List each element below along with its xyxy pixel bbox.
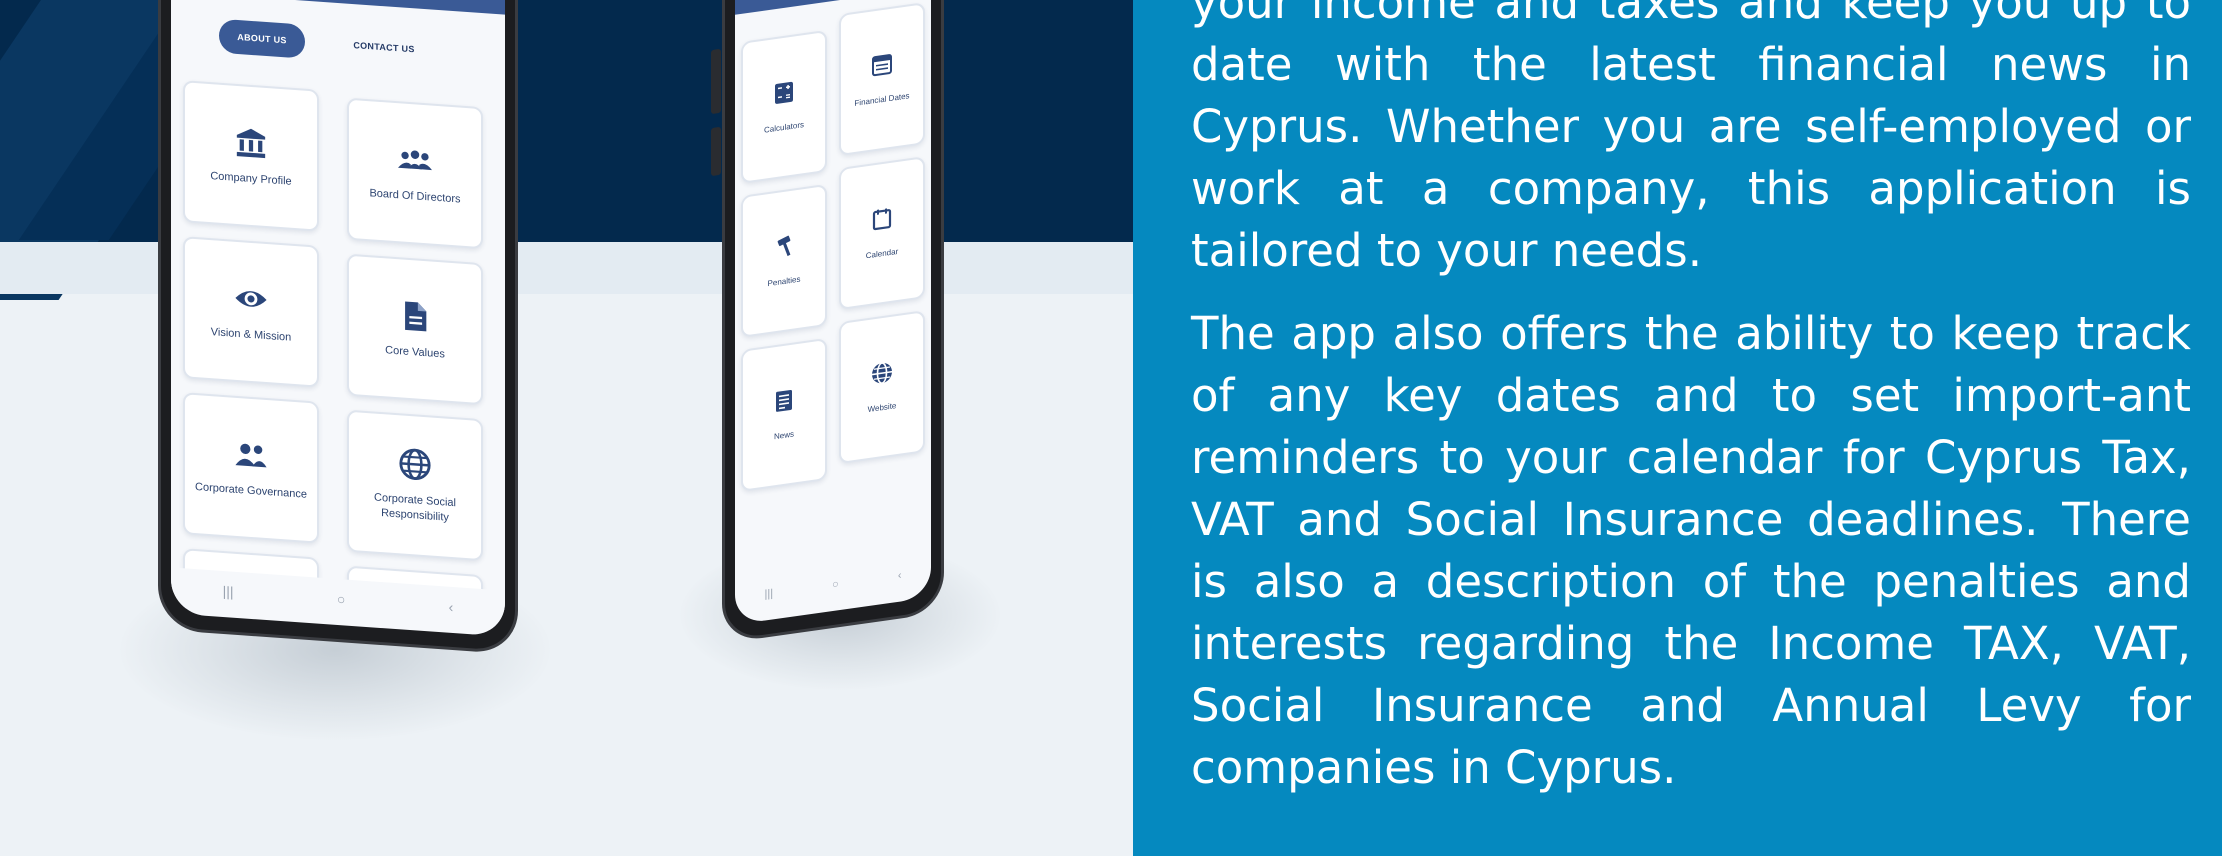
card-label: Vision & Mission [210,325,292,344]
gavel-icon [777,235,791,256]
card-calendar[interactable]: Calendar [839,156,925,311]
volume-button [711,48,721,115]
tab-about-us[interactable]: ABOUT US [219,18,305,59]
app-header-bar [171,0,505,15]
card-board-of-directors[interactable]: Board Of Directors [347,97,483,250]
card-label: Board Of Directors [369,186,461,206]
document-icon [405,301,427,331]
card-label: Calendar [865,246,899,260]
power-button [711,126,721,177]
card-corporate-governance[interactable]: Corporate Governance [183,392,319,544]
calculator-icon [775,81,793,104]
tab-bar: ABOUT US CONTACT US [171,15,505,74]
card-label: Corporate Social Responsibility [374,491,456,524]
card-vision-mission[interactable]: Vision & Mission [183,236,319,388]
android-nav-bar: ||| ○ ‹ [735,551,931,619]
product-showcase: ABOUT US CONTACT US Company Profile Boar… [0,0,1133,856]
card-company-profile[interactable]: Company Profile [183,80,319,232]
back-icon[interactable]: ‹ [449,599,454,615]
bank-icon [236,128,266,158]
tab-contact-us[interactable]: CONTACT US [339,27,429,67]
description-panel: your income and taxes and keep you up to… [1133,0,2222,856]
card-label: Corporate Governance [195,480,307,501]
card-label: Financial Dates [854,90,910,108]
group-icon [398,150,432,170]
tools-grid: Calculators Financial Dates Penalties Ca… [741,2,931,492]
financial-dates-icon [872,53,892,76]
card-label: Core Values [385,343,445,361]
card-label: News [773,429,794,441]
phone-mockup-about: ABOUT US CONTACT US Company Profile Boar… [158,0,518,655]
home-icon[interactable]: ○ [337,591,345,608]
recents-icon[interactable]: ||| [765,587,774,600]
card-label: Calculators [763,119,804,135]
globe-icon [872,361,892,384]
card-financial-dates[interactable]: Financial Dates [839,2,925,157]
back-icon[interactable]: ‹ [898,569,902,582]
card-penalties[interactable]: Penalties [741,183,827,338]
card-corporate-social-responsibility[interactable]: Corporate Social Responsibility [347,409,483,562]
people-icon [235,443,267,467]
news-icon [776,389,792,412]
card-core-values[interactable]: Core Values [347,253,483,406]
card-label: Penalties [767,274,801,288]
card-website[interactable]: Website [839,310,925,465]
card-label: Website [867,400,897,414]
phone-screen: Calculators Financial Dates Penalties Ca… [735,0,931,625]
card-calculators[interactable]: Calculators [741,29,827,184]
home-icon[interactable]: ○ [832,578,839,591]
description-paragraph: The app also offers the ability to keep … [1191,307,2191,794]
phone-mockup-tools: Calculators Financial Dates Penalties Ca… [711,0,944,644]
card-news[interactable]: News [741,337,827,492]
globe-icon [399,448,431,481]
eye-icon [235,290,267,307]
description-paragraph: your income and taxes and keep you up to… [1191,0,2191,277]
phone-screen: ABOUT US CONTACT US Company Profile Boar… [171,0,505,637]
card-label: Company Profile [210,169,292,188]
about-grid: Company Profile Board Of Directors Visio… [183,80,499,616]
recents-icon[interactable]: ||| [223,583,234,600]
calendar-icon [872,208,892,230]
